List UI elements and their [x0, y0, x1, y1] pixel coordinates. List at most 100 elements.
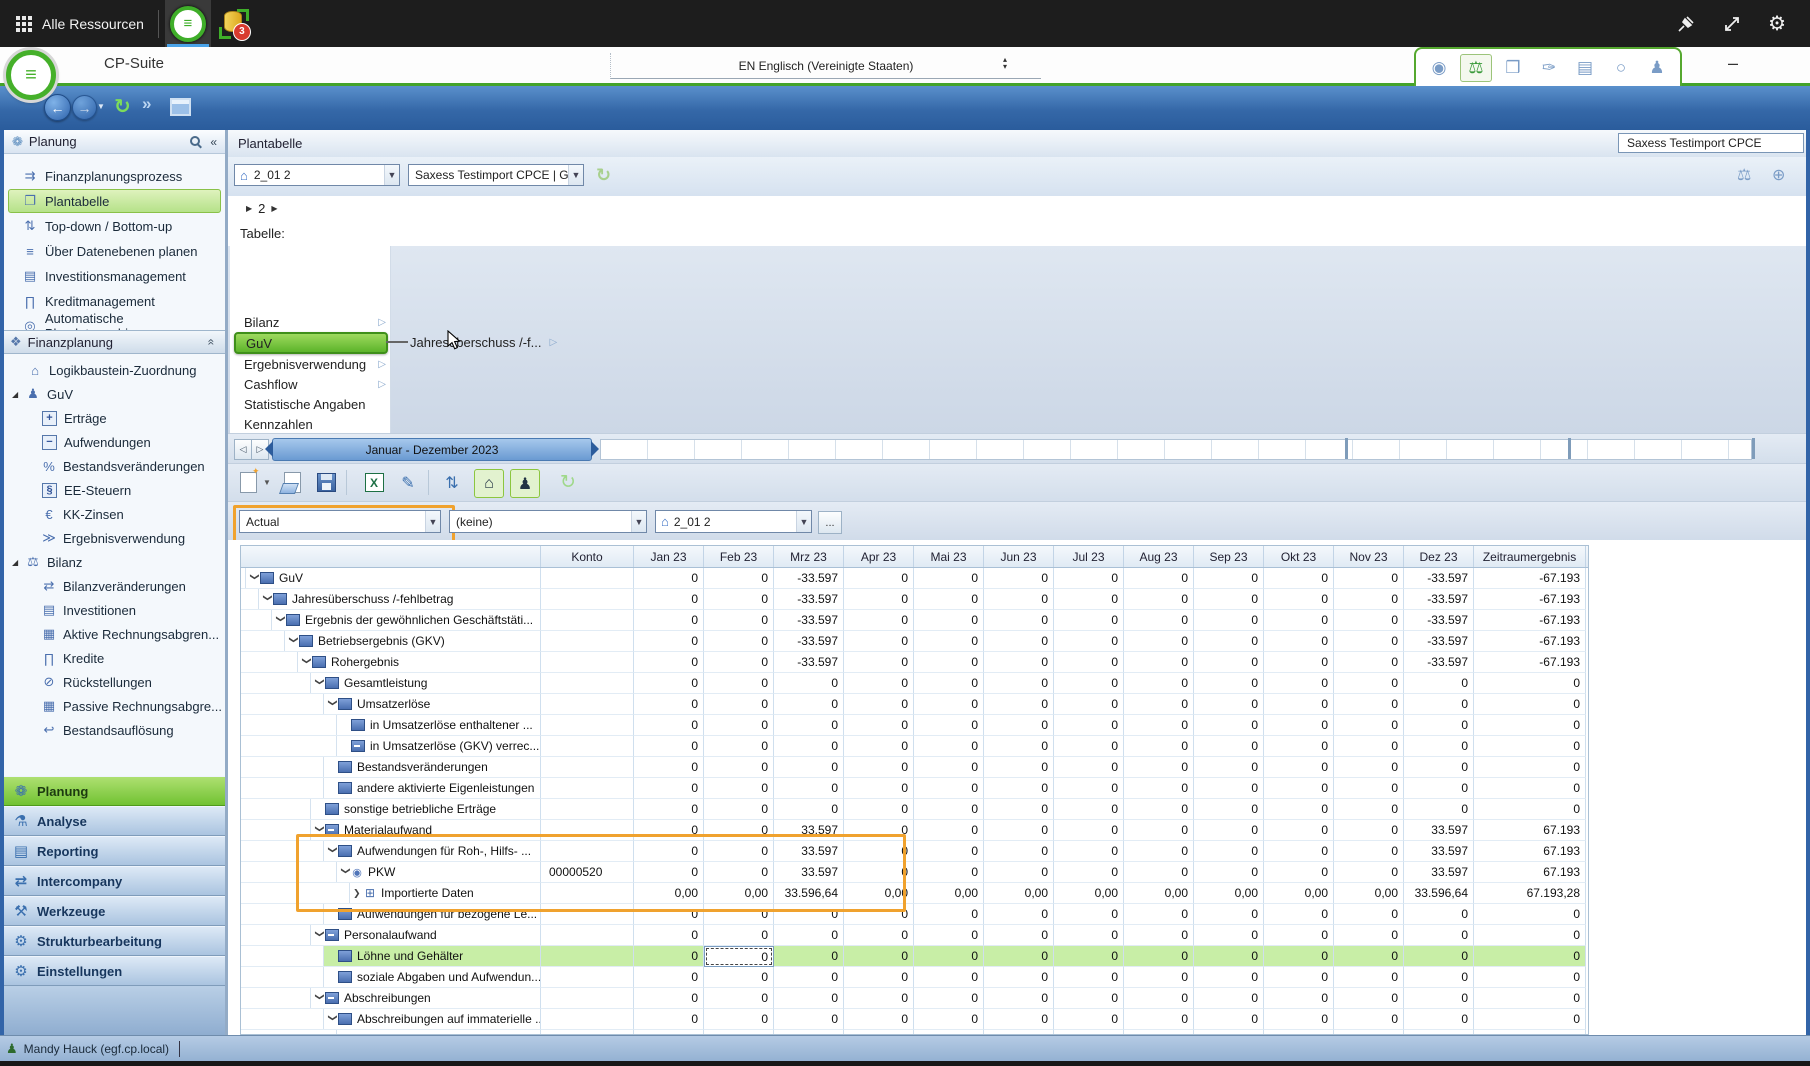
menu-item-statistische-angaben[interactable]: Statistische Angaben: [230, 394, 390, 414]
value-cell[interactable]: 0: [1264, 799, 1334, 820]
row-label-cell[interactable]: ❯◉PKW: [241, 862, 541, 883]
value-cell[interactable]: 0: [1194, 820, 1264, 841]
row-label-cell[interactable]: ❯Betriebsergebnis (GKV): [241, 631, 541, 652]
value-cell[interactable]: 0: [1054, 715, 1124, 736]
value-cell[interactable]: 0: [844, 799, 914, 820]
value-cell[interactable]: 0: [1194, 904, 1264, 925]
value-cell[interactable]: 0: [1194, 967, 1264, 988]
period-range-pill[interactable]: Januar - Dezember 2023: [272, 438, 592, 461]
chevron-down-icon[interactable]: ▼: [568, 165, 583, 185]
value-cell[interactable]: 0: [634, 988, 704, 1009]
total-cell[interactable]: -67.193: [1474, 631, 1586, 652]
value-cell[interactable]: 0: [984, 946, 1054, 967]
value-cell[interactable]: 0: [634, 589, 704, 610]
value-cell[interactable]: 0: [1404, 757, 1474, 778]
expander-icon[interactable]: ❯: [288, 636, 299, 647]
value-cell[interactable]: 0: [774, 967, 844, 988]
value-cell[interactable]: 0: [1054, 610, 1124, 631]
value-cell[interactable]: 0: [1334, 757, 1404, 778]
value-cell[interactable]: 0: [1194, 736, 1264, 757]
menu-item-kennzahlen[interactable]: Kennzahlen: [230, 414, 390, 434]
value-cell[interactable]: 0,00: [844, 883, 914, 904]
value-cell[interactable]: 0: [1404, 1009, 1474, 1030]
forward-icon[interactable]: →: [72, 95, 97, 120]
konto-cell[interactable]: [541, 1009, 634, 1030]
expander-icon[interactable]: ◢: [12, 558, 22, 567]
scenario-dropdown[interactable]: Actual ▼: [239, 510, 441, 533]
value-cell[interactable]: 33.597: [1404, 862, 1474, 883]
value-cell[interactable]: 0: [774, 799, 844, 820]
expander-icon[interactable]: ❯: [340, 867, 351, 878]
value-cell[interactable]: 0: [1264, 715, 1334, 736]
value-cell[interactable]: 0: [844, 967, 914, 988]
value-cell[interactable]: -33.597: [1404, 631, 1474, 652]
total-cell[interactable]: 0: [1474, 673, 1586, 694]
row-label-cell[interactable]: ❯Abschreibungen auf immaterielle ...: [241, 1009, 541, 1030]
back-icon[interactable]: ←: [44, 94, 71, 121]
value-cell[interactable]: 0: [634, 631, 704, 652]
value-cell[interactable]: 0: [844, 736, 914, 757]
value-cell[interactable]: 0: [914, 673, 984, 694]
value-cell[interactable]: 0: [1404, 715, 1474, 736]
value-cell[interactable]: 0: [1124, 610, 1194, 631]
more-button[interactable]: ...: [818, 511, 842, 534]
scales-icon[interactable]: ⚖: [1737, 165, 1751, 185]
value-cell[interactable]: -33.597: [1404, 568, 1474, 589]
value-cell[interactable]: 0: [1124, 925, 1194, 946]
value-cell[interactable]: 0: [1334, 673, 1404, 694]
value-cell[interactable]: 0: [1124, 1009, 1194, 1030]
sidebar-tree-item-kk-zinsen[interactable]: €KK-Zinsen: [4, 502, 225, 526]
value-cell[interactable]: 0: [1054, 925, 1124, 946]
value-cell[interactable]: -33.597: [774, 610, 844, 631]
value-cell[interactable]: 0: [1404, 799, 1474, 820]
value-cell[interactable]: 0: [914, 631, 984, 652]
value-cell[interactable]: 0: [774, 904, 844, 925]
value-cell[interactable]: 0: [984, 694, 1054, 715]
value-cell[interactable]: 0: [1054, 988, 1124, 1009]
value-cell[interactable]: 0: [984, 673, 1054, 694]
value-cell[interactable]: 0: [844, 925, 914, 946]
value-cell[interactable]: 0: [1054, 904, 1124, 925]
forward-caret-icon[interactable]: ▼: [97, 102, 105, 111]
scales-icon[interactable]: ⚖: [1460, 54, 1492, 82]
value-cell[interactable]: 0: [1404, 904, 1474, 925]
value-cell[interactable]: 0: [914, 967, 984, 988]
value-cell[interactable]: 0,00: [984, 883, 1054, 904]
value-cell[interactable]: 0: [774, 925, 844, 946]
value-cell[interactable]: 0: [1194, 694, 1264, 715]
sidebar-tree-item-ee-steuern[interactable]: §EE-Steuern: [4, 478, 225, 502]
value-cell[interactable]: 0: [1264, 652, 1334, 673]
value-cell[interactable]: 0: [1194, 715, 1264, 736]
value-cell[interactable]: 0: [1264, 1009, 1334, 1030]
value-cell[interactable]: 0: [634, 925, 704, 946]
value-cell[interactable]: 0: [914, 988, 984, 1009]
value-cell[interactable]: 0: [844, 694, 914, 715]
row-label-cell[interactable]: ❯Aufwendungen für Roh-, Hilfs- ...: [241, 841, 541, 862]
konto-cell[interactable]: [541, 799, 634, 820]
value-cell[interactable]: 0: [914, 652, 984, 673]
value-cell[interactable]: 33.597: [1404, 841, 1474, 862]
save-button[interactable]: [312, 469, 340, 496]
value-cell[interactable]: 0: [1054, 631, 1124, 652]
total-cell[interactable]: 67.193,28: [1474, 883, 1586, 904]
value-cell[interactable]: 0: [914, 820, 984, 841]
value-cell[interactable]: 0,00: [914, 883, 984, 904]
sidebar-item-top-down-bottom-up[interactable]: ⇅Top-down / Bottom-up: [8, 214, 221, 238]
value-cell[interactable]: 0: [984, 610, 1054, 631]
row-label-cell[interactable]: ❯Gesamtleistung: [241, 673, 541, 694]
row-label-cell[interactable]: andere aktivierte Eigenleistungen: [241, 778, 541, 799]
total-cell[interactable]: 0: [1474, 904, 1586, 925]
value-cell[interactable]: 0,00: [1054, 883, 1124, 904]
total-cell[interactable]: 0: [1474, 715, 1586, 736]
value-cell[interactable]: 0: [1404, 946, 1474, 967]
value-cell[interactable]: 0: [914, 736, 984, 757]
value-cell[interactable]: 0: [774, 946, 844, 967]
value-cell[interactable]: 0: [1334, 610, 1404, 631]
value-cell[interactable]: -33.597: [1404, 589, 1474, 610]
value-cell[interactable]: 0: [844, 715, 914, 736]
value-cell[interactable]: 0: [984, 799, 1054, 820]
value-cell[interactable]: 0: [1264, 631, 1334, 652]
konto-cell[interactable]: [541, 673, 634, 694]
value-cell[interactable]: 0: [704, 631, 774, 652]
value-cell[interactable]: 0: [1194, 778, 1264, 799]
